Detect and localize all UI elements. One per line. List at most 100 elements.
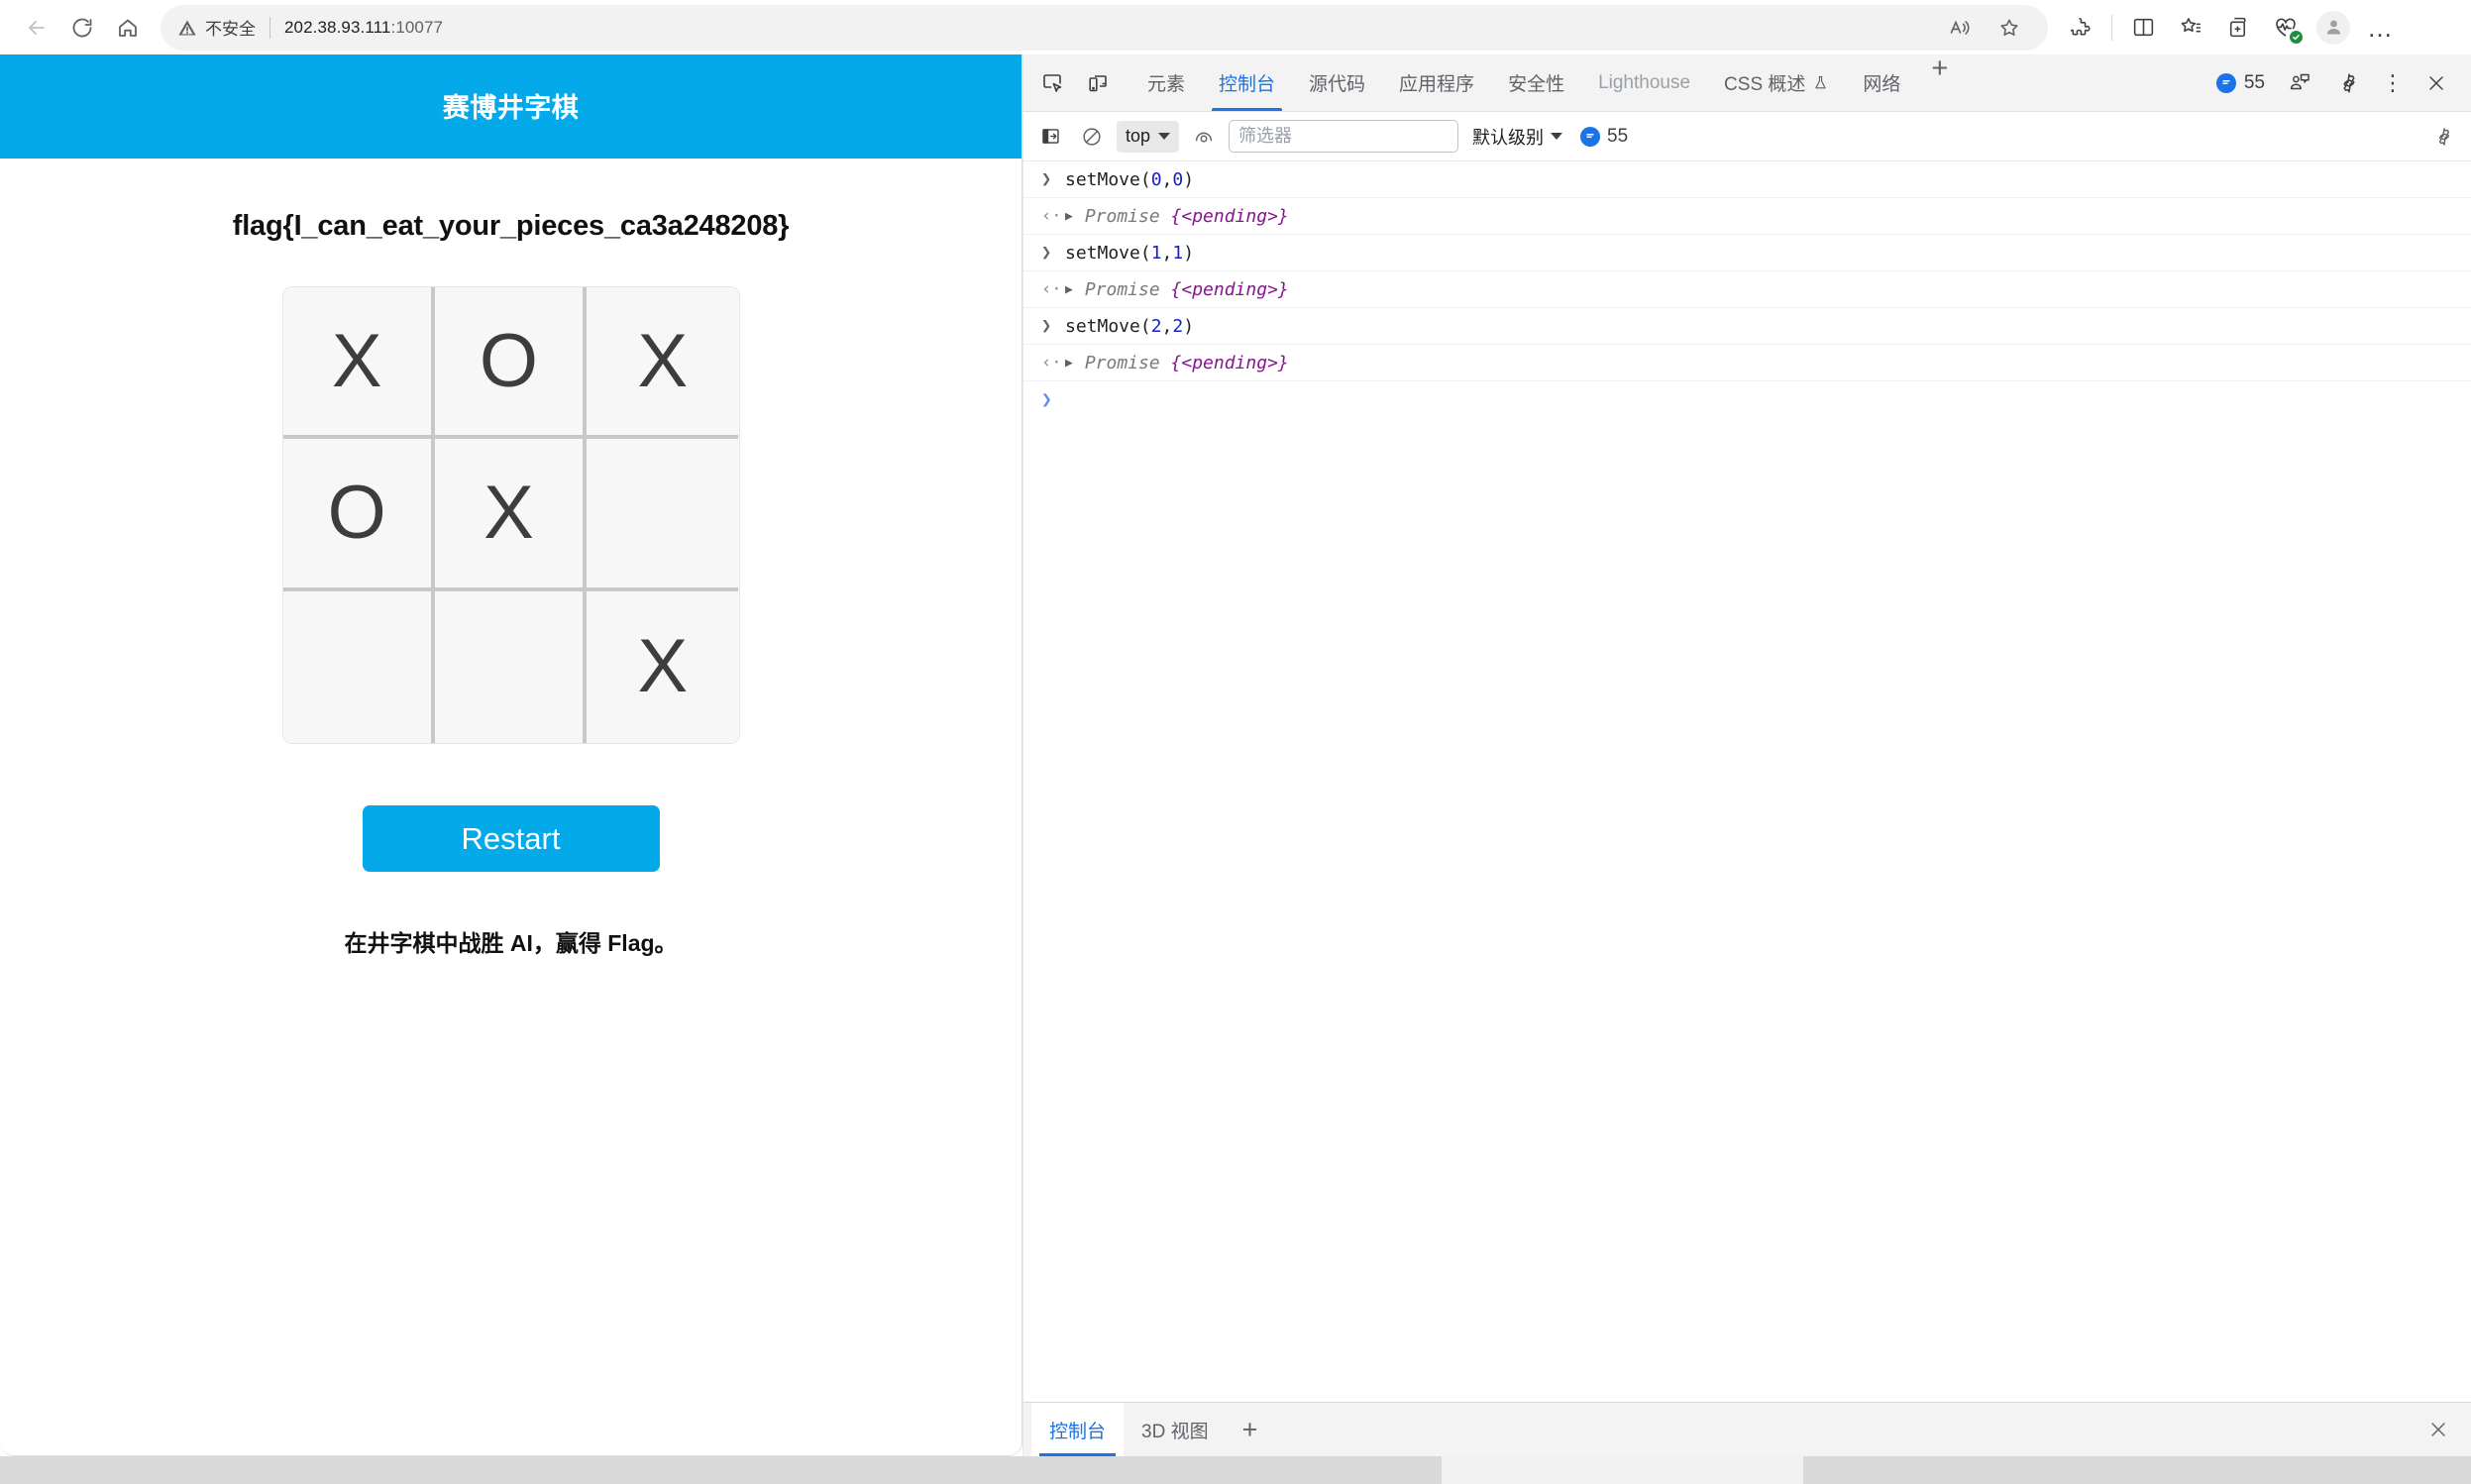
board-cell-1-2[interactable] bbox=[587, 439, 739, 591]
board-cell-1-0[interactable]: O bbox=[282, 439, 435, 591]
output-arrow-icon: ‹· bbox=[1041, 279, 1062, 299]
console-expression: setMove(2,2) bbox=[1065, 316, 1194, 337]
site-header: 赛博井字棋 bbox=[0, 54, 1021, 159]
settings-and-more-button[interactable]: … bbox=[2358, 5, 2404, 51]
back-button[interactable] bbox=[14, 5, 59, 51]
board-cell-0-2[interactable]: X bbox=[587, 287, 739, 440]
execution-context-selector[interactable]: top bbox=[1117, 120, 1180, 153]
address-bar-actions bbox=[1937, 5, 2032, 51]
expand-triangle-icon[interactable]: ▶ bbox=[1065, 209, 1073, 224]
drawer-close-button[interactable] bbox=[2406, 1403, 2471, 1456]
promise-state: {<pending>} bbox=[1170, 205, 1289, 227]
devtools-tabbar: 元素 控制台 源代码 应用程序 安全性 Lighthouse CSS 概述 网络… bbox=[1023, 54, 2471, 112]
tab-elements-label: 元素 bbox=[1147, 74, 1186, 95]
add-favorite-button[interactable] bbox=[1987, 5, 2032, 51]
console-messages[interactable]: ❯ setMove(0,0) ‹· ▶ Promise {<pending>} … bbox=[1023, 161, 2471, 1402]
add-tab-to-collection-button[interactable] bbox=[2215, 5, 2261, 51]
promise-label: Promise bbox=[1084, 352, 1171, 373]
read-aloud-button[interactable] bbox=[1937, 5, 1983, 51]
console-result: Promise {<pending>} bbox=[1085, 353, 1289, 373]
more-tabs-button[interactable]: + bbox=[1917, 54, 1962, 111]
device-toolbar-icon bbox=[1089, 74, 1107, 91]
console-input-row: ❯ setMove(2,2) bbox=[1023, 308, 2471, 345]
toggle-device-toolbar-button[interactable] bbox=[1075, 60, 1121, 106]
essentials-status-badge bbox=[2290, 30, 2303, 44]
board-cell-0-0[interactable]: X bbox=[282, 287, 435, 440]
input-arrow-icon: ❯ bbox=[1041, 316, 1052, 336]
devtools-more-options-button[interactable]: ⋮ bbox=[2376, 71, 2410, 94]
console-expression: setMove(1,1) bbox=[1065, 243, 1194, 264]
restart-button[interactable]: Restart bbox=[362, 805, 660, 872]
send-feedback-button[interactable] bbox=[2277, 60, 2322, 106]
reload-button[interactable] bbox=[59, 5, 105, 51]
url-text: 202.38.93.111:10077 bbox=[284, 18, 443, 38]
tab-lighthouse-label: Lighthouse bbox=[1598, 71, 1691, 93]
expr-arg1: 1 bbox=[1150, 242, 1162, 264]
board-cell-1-1[interactable]: X bbox=[434, 439, 588, 591]
expr-fn-name: setMove( bbox=[1065, 168, 1151, 190]
devtools-panel: 元素 控制台 源代码 应用程序 安全性 Lighthouse CSS 概述 网络… bbox=[1022, 54, 2471, 1456]
tab-css-overview[interactable]: CSS 概述 bbox=[1707, 54, 1846, 111]
add-page-icon bbox=[2229, 17, 2246, 38]
drawer-tab-3d-view[interactable]: 3D 视图 bbox=[1124, 1403, 1227, 1456]
tab-sources[interactable]: 源代码 bbox=[1292, 54, 1382, 111]
close-devtools-button[interactable] bbox=[2414, 60, 2459, 106]
collections-button[interactable] bbox=[2168, 5, 2213, 51]
expr-comma: , bbox=[1161, 315, 1173, 337]
toolbar-divider bbox=[2111, 14, 2112, 41]
devtools-settings-button[interactable] bbox=[2326, 60, 2372, 106]
board-cell-0-1[interactable]: O bbox=[434, 287, 588, 440]
expr-close: ) bbox=[1183, 242, 1195, 264]
console-sidebar-toggle-button[interactable] bbox=[1033, 120, 1067, 154]
flag-display: flag{I_can_eat_your_pieces_ca3a248208} bbox=[232, 210, 790, 242]
console-input-row: ❯ setMove(0,0) bbox=[1023, 161, 2471, 198]
address-bar[interactable]: 不安全 202.38.93.111:10077 bbox=[161, 4, 2048, 51]
expand-triangle-icon[interactable]: ▶ bbox=[1065, 356, 1073, 371]
log-level-selector[interactable]: 默认级别 bbox=[1466, 124, 1568, 150]
console-settings-button[interactable] bbox=[2427, 120, 2461, 154]
console-filter-input[interactable] bbox=[1229, 120, 1459, 153]
security-status-label: 不安全 bbox=[205, 20, 256, 39]
live-expression-button[interactable] bbox=[1187, 120, 1221, 154]
board-cell-2-2[interactable]: X bbox=[587, 591, 738, 743]
avatar bbox=[2316, 10, 2350, 45]
board-cell-2-1[interactable] bbox=[435, 590, 588, 743]
tab-elements[interactable]: 元素 bbox=[1130, 54, 1202, 111]
tab-application[interactable]: 应用程序 bbox=[1382, 54, 1491, 111]
page-main: flag{I_can_eat_your_pieces_ca3a248208} X… bbox=[0, 159, 1021, 958]
inspect-element-button[interactable] bbox=[1029, 60, 1075, 106]
extensions-button[interactable] bbox=[2058, 5, 2103, 51]
experimental-flask-icon bbox=[1812, 74, 1829, 91]
tab-security[interactable]: 安全性 bbox=[1491, 54, 1581, 111]
expand-triangle-icon[interactable]: ▶ bbox=[1065, 282, 1073, 297]
browser-essentials-button[interactable] bbox=[2263, 5, 2309, 51]
extensions-puzzle-icon bbox=[2070, 17, 2091, 36]
tab-console[interactable]: 控制台 bbox=[1202, 54, 1292, 111]
drawer-more-tools-button[interactable]: + bbox=[1227, 1403, 1274, 1456]
taskbar-segment-left bbox=[0, 1456, 1442, 1484]
expr-fn-name: setMove( bbox=[1065, 242, 1151, 264]
console-gear-icon bbox=[2438, 127, 2450, 146]
expr-arg1: 0 bbox=[1150, 168, 1162, 190]
tab-lighthouse[interactable]: Lighthouse bbox=[1581, 54, 1707, 111]
clear-console-button[interactable] bbox=[1075, 120, 1109, 154]
devtools-drawer-tabbar: 控制台 3D 视图 + bbox=[1023, 1402, 2471, 1456]
home-button[interactable] bbox=[105, 5, 151, 51]
tab-security-label: 安全性 bbox=[1508, 74, 1565, 95]
expr-close: ) bbox=[1183, 168, 1195, 190]
console-output-row: ‹· ▶ Promise {<pending>} bbox=[1023, 345, 2471, 381]
execution-context-label: top bbox=[1126, 126, 1151, 146]
split-screen-button[interactable] bbox=[2120, 5, 2166, 51]
console-prompt[interactable]: ❯ bbox=[1023, 381, 2471, 418]
output-arrow-icon: ‹· bbox=[1041, 206, 1062, 226]
board-cell-2-0[interactable] bbox=[283, 590, 435, 743]
issues-counter-tabbar[interactable]: 55 bbox=[2208, 72, 2273, 94]
toolbar-issues-counter[interactable]: 55 bbox=[1580, 126, 1628, 148]
tab-network[interactable]: 网络 bbox=[1846, 54, 1917, 111]
chevron-down-icon bbox=[1158, 133, 1171, 140]
tab-sources-label: 源代码 bbox=[1309, 74, 1366, 95]
console-output-row: ‹· ▶ Promise {<pending>} bbox=[1023, 198, 2471, 235]
profile-button[interactable] bbox=[2310, 5, 2356, 51]
tictactoe-board: X O X O X X bbox=[281, 286, 740, 744]
drawer-tab-console[interactable]: 控制台 bbox=[1031, 1403, 1125, 1456]
